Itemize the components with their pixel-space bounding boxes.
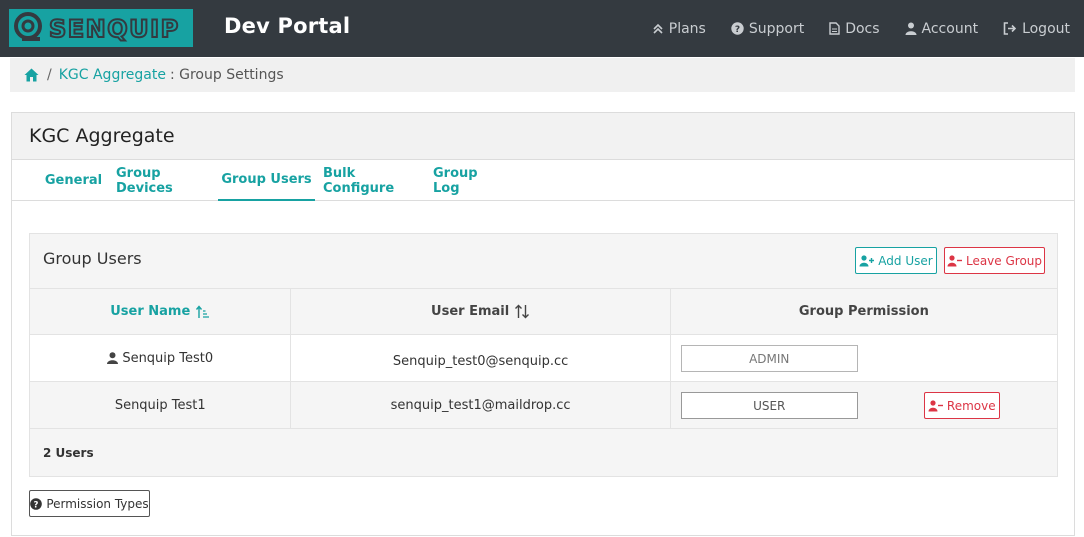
breadcrumb-current: : Group Settings — [169, 67, 284, 83]
nav-support-label: Support — [748, 20, 805, 37]
svg-text:?: ? — [34, 500, 39, 510]
sort-icon — [515, 304, 530, 319]
nav-support[interactable]: ? Support — [731, 21, 804, 37]
table-row: Senquip Test0 Senquip_test0@senquip.cc A… — [30, 335, 1057, 382]
nav-account[interactable]: Account — [905, 20, 979, 37]
page-title: KGC Aggregate — [29, 125, 175, 147]
permission-select[interactable]: ADMIN — [680, 345, 858, 372]
permission-select[interactable]: USER — [680, 392, 858, 419]
card-header: KGC Aggregate — [12, 113, 1074, 160]
group-settings-card: KGC Aggregate General Group Devices Grou… — [11, 112, 1075, 536]
tab-group-log[interactable]: Group Log — [433, 160, 508, 201]
tab-general[interactable]: General — [39, 160, 108, 201]
permission-types-label: Permission Types — [46, 496, 149, 511]
nav-docs[interactable]: Docs — [829, 20, 880, 37]
user-email-cell: Senquip_test0@senquip.cc — [291, 335, 671, 381]
user-email: Senquip_test0@senquip.cc — [392, 353, 569, 369]
permission-cell: ADMIN — [671, 335, 1057, 381]
brand-title: Dev Portal — [224, 14, 351, 38]
user-email: senquip_test1@maildrop.cc — [390, 397, 571, 413]
user-name-cell: Senquip Test0 — [30, 335, 292, 381]
column-group-permission: Group Permission — [798, 304, 929, 319]
nav-plans[interactable]: Plans — [652, 21, 706, 37]
svg-text:?: ? — [735, 25, 740, 35]
breadcrumb: / KGC Aggregate : Group Settings — [10, 58, 1075, 92]
chevrons-up-icon — [653, 23, 663, 34]
remove-user-button[interactable]: Remove — [923, 392, 1000, 419]
column-user-email[interactable]: User Email — [291, 289, 671, 334]
question-circle-icon: ? — [30, 497, 43, 510]
tab-group-devices[interactable]: Group Devices — [116, 160, 212, 201]
add-user-button[interactable]: Add User — [855, 247, 937, 274]
leave-group-label: Leave Group — [965, 253, 1043, 268]
home-icon[interactable] — [24, 68, 39, 82]
question-circle-icon: ? — [731, 22, 744, 35]
user-name-cell: Senquip Test1 — [30, 382, 292, 428]
breadcrumb-group-link[interactable]: KGC Aggregate — [59, 67, 166, 83]
user-email-cell: senquip_test1@maildrop.cc — [291, 382, 671, 428]
add-user-label: Add User — [878, 253, 933, 268]
logo-text: SENQUIP — [49, 15, 180, 43]
document-icon — [829, 22, 840, 35]
top-navbar: SENQUIP Dev Portal Plans ? Support Docs … — [0, 0, 1084, 57]
user-minus-icon — [928, 399, 943, 411]
settings-tabs: General Group Devices Group Users Bulk C… — [12, 160, 1074, 201]
nav-links: Plans ? Support Docs Account Logout — [627, 0, 1070, 57]
sort-ascending-icon — [196, 304, 210, 318]
group-users-panel: Group Users Add User Leave Group User Na… — [29, 233, 1058, 477]
nav-logout-label: Logout — [1022, 20, 1070, 37]
user-plus-icon — [859, 254, 875, 266]
group-users-table: User Name User Email Group Permission Se… — [30, 289, 1057, 429]
remove-user-label: Remove — [946, 398, 996, 413]
permission-cell: USER Remove — [671, 382, 1057, 428]
column-user-name-label: User Name — [110, 304, 191, 319]
user-name: Senquip Test1 — [114, 397, 206, 413]
leave-group-button[interactable]: Leave Group — [944, 247, 1045, 274]
breadcrumb-separator: / — [47, 67, 52, 83]
column-user-name[interactable]: User Name — [30, 289, 292, 334]
nav-logout[interactable]: Logout — [1003, 21, 1070, 37]
table-header-row: User Name User Email Group Permission — [30, 289, 1057, 335]
nav-docs-label: Docs — [845, 20, 880, 37]
panel-header: Group Users Add User Leave Group — [30, 234, 1057, 289]
user-name: Senquip Test0 — [122, 350, 214, 366]
user-count: 2 Users — [43, 445, 94, 460]
logout-icon — [1003, 22, 1017, 35]
table-row: Senquip Test1 senquip_test1@maildrop.cc … — [30, 382, 1057, 429]
nav-account-label: Account — [921, 20, 979, 37]
user-minus-icon — [947, 254, 962, 266]
senquip-logo[interactable]: SENQUIP — [9, 9, 193, 47]
column-user-email-label: User Email — [431, 304, 510, 319]
permission-types-button[interactable]: ? Permission Types — [29, 490, 150, 517]
user-icon — [107, 352, 119, 364]
nav-plans-label: Plans — [668, 20, 706, 37]
panel-title: Group Users — [43, 249, 142, 268]
tab-bulk-configure[interactable]: Bulk Configure — [323, 160, 418, 201]
tab-group-users[interactable]: Group Users — [218, 160, 315, 201]
user-icon — [905, 22, 917, 35]
